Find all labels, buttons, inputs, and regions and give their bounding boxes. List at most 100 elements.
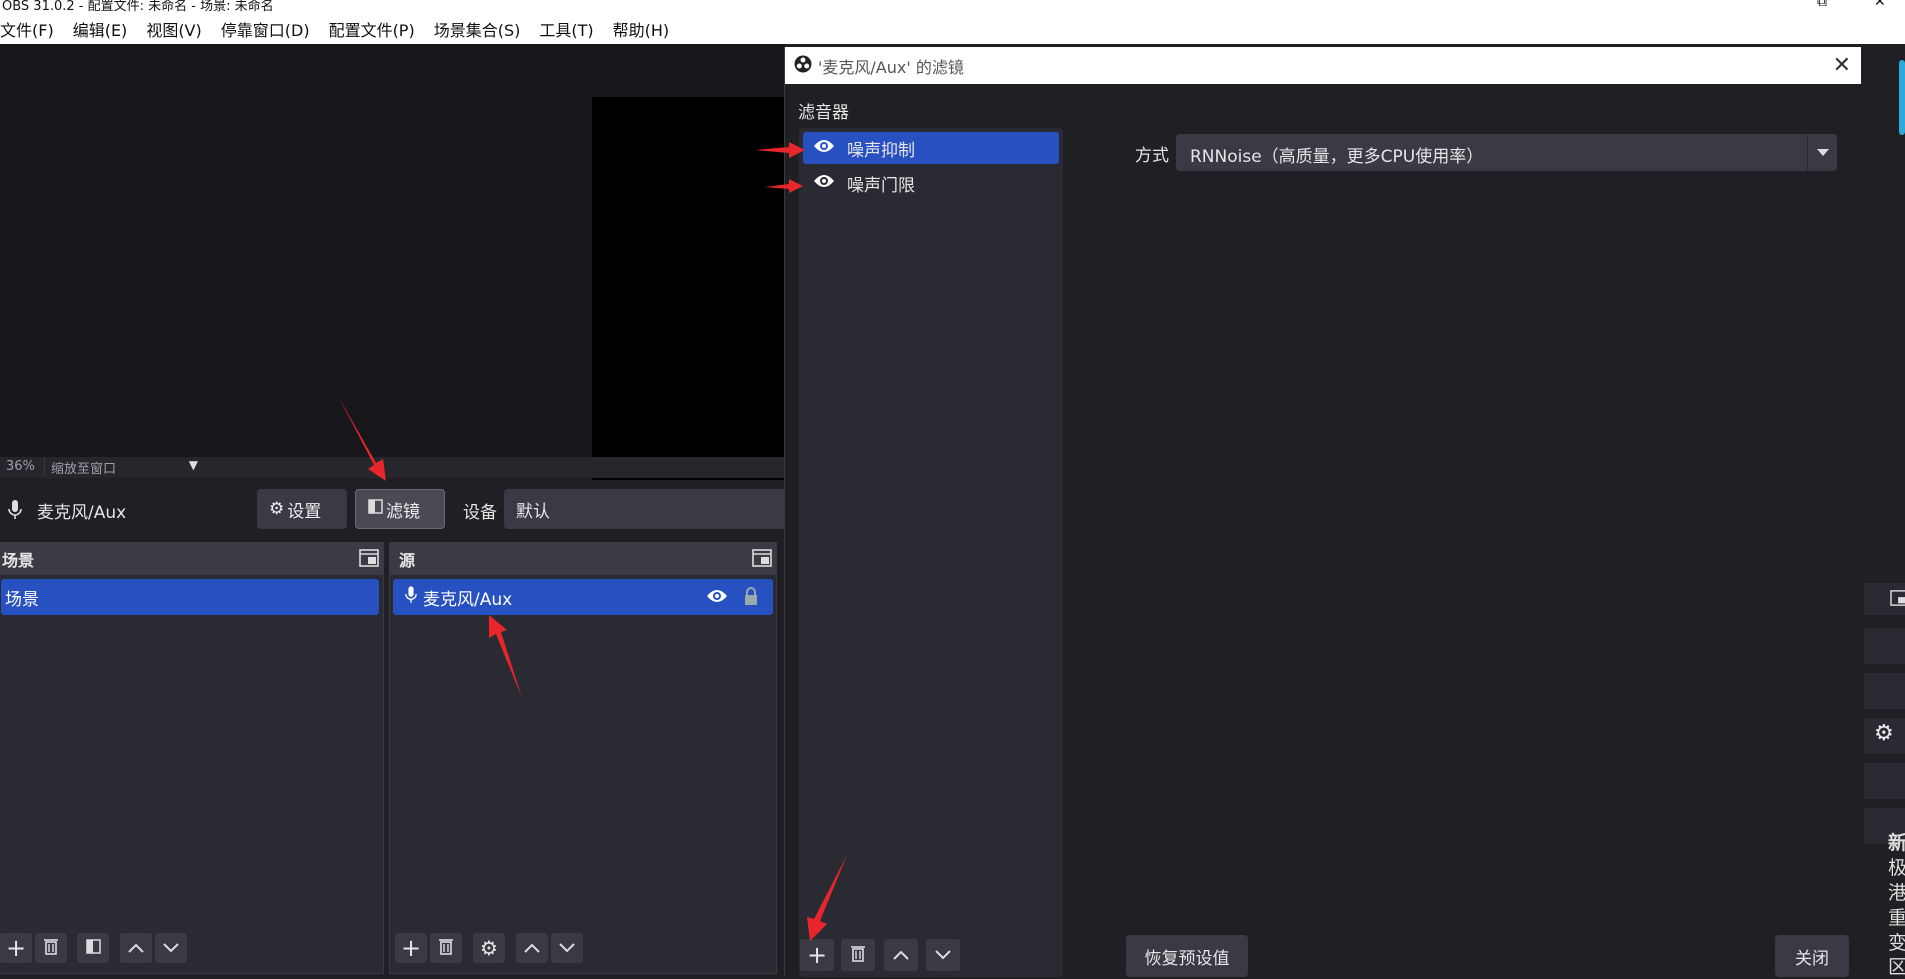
close-label: 关闭 [1795, 948, 1829, 969]
close-window-icon[interactable]: ✕ [1874, 0, 1886, 10]
sources-dock: 源 麦克风/Aux + ⚙ [389, 542, 777, 974]
add-filter-button[interactable]: + [800, 939, 834, 971]
trash-icon [438, 937, 454, 959]
menu-file[interactable]: 文件(F) [0, 17, 54, 41]
chevron-up-icon [127, 939, 145, 958]
menu-bar: 文件(F) 编辑(E) 视图(V) 停靠窗口(D) 配置文件(P) 场景集合(S… [0, 14, 1905, 44]
undock-icon[interactable] [752, 549, 772, 571]
microphone-icon [8, 500, 22, 524]
remove-scene-button[interactable] [35, 933, 67, 963]
filter-item-noise-suppression[interactable]: 噪声抑制 [803, 132, 1059, 164]
menu-tools[interactable]: 工具(T) [539, 17, 593, 41]
move-filter-up-button[interactable] [884, 939, 918, 971]
scenes-toolbar: + [0, 933, 383, 969]
chevron-up-icon [892, 946, 910, 965]
sources-toolbar: + ⚙ [390, 933, 776, 969]
plus-icon: + [806, 941, 828, 969]
device-select[interactable]: 默认 [504, 489, 785, 529]
chevron-up-icon [523, 939, 541, 958]
menu-edit[interactable]: 编辑(E) [73, 17, 128, 41]
undock-icon[interactable] [1864, 583, 1905, 615]
source-name: 麦克风/Aux [37, 503, 127, 523]
preview-area[interactable] [0, 44, 785, 490]
eye-icon[interactable] [706, 588, 728, 609]
microphone-icon [405, 585, 417, 609]
method-value: RNNoise（高质量，更多CPU使用率） [1190, 147, 1484, 167]
eye-icon[interactable] [813, 138, 835, 159]
preview-canvas[interactable] [592, 97, 785, 490]
sources-header: 源 [390, 543, 776, 575]
gear-icon: ⚙ [480, 936, 498, 960]
menu-scene-collection[interactable]: 场景集合(S) [434, 17, 521, 41]
zoom-mode-select[interactable]: 缩放至窗口 ▼ [44, 458, 206, 477]
menu-profile[interactable]: 配置文件(P) [329, 17, 415, 41]
filters-dialog: '麦克风/Aux' 的滤镜 ✕ 滤音器 噪声抑制 噪声门限 方式 RNNoise… [784, 47, 1861, 977]
undock-icon[interactable] [359, 549, 379, 571]
remove-filter-button[interactable] [841, 939, 875, 971]
dialog-title-bar: '麦克风/Aux' 的滤镜 ✕ [785, 47, 1861, 84]
move-filter-down-button[interactable] [926, 939, 960, 971]
chevron-down-icon [934, 946, 952, 965]
trash-icon [850, 944, 866, 966]
device-value: 默认 [516, 502, 550, 522]
scenes-title: 场景 [2, 551, 35, 570]
method-select[interactable]: RNNoise（高质量，更多CPU使用率） [1176, 134, 1837, 171]
list-item[interactable]: 麦克风/Aux [393, 579, 773, 615]
close-icon[interactable]: ✕ [1833, 53, 1851, 78]
reset-defaults-button[interactable]: 恢复预设值 [1126, 935, 1248, 977]
side-text-char: 区 [1888, 956, 1905, 978]
side-text-char: 极 [1888, 857, 1905, 879]
filter-item-label: 噪声门限 [847, 175, 915, 196]
panel-button[interactable] [1864, 673, 1905, 709]
side-text-char: 港 [1888, 882, 1905, 904]
side-text-char: 新 [1888, 832, 1905, 854]
list-item[interactable]: 场景 [1, 579, 379, 615]
settings-label: 设置 [287, 501, 322, 522]
remove-source-button[interactable] [430, 933, 462, 963]
chevron-down-icon: ▼ [188, 458, 198, 472]
source-settings-button[interactable]: ⚙ 设置 [257, 489, 347, 529]
panel-button[interactable] [1864, 763, 1905, 799]
move-source-down-button[interactable] [551, 933, 583, 963]
gear-icon: ⚙ [269, 499, 285, 519]
trash-icon [43, 937, 59, 959]
source-toolbar: 麦克风/Aux ⚙ 设置 滤镜 设备 默认 [0, 480, 785, 538]
window-title: OBS 31.0.2 - 配置文件: 未命名 - 场景: 未命名 [2, 0, 274, 14]
audio-filters-label: 滤音器 [798, 103, 849, 123]
filter-icon [368, 499, 383, 519]
source-properties-button[interactable]: ⚙ [473, 933, 505, 963]
filter-item-noise-gate[interactable]: 噪声门限 [803, 167, 1059, 199]
add-source-button[interactable]: + [395, 933, 427, 963]
filter-icon [85, 938, 101, 958]
eye-icon[interactable] [813, 173, 835, 194]
move-scene-down-button[interactable] [155, 933, 187, 963]
filter-list: 噪声抑制 噪声门限 [799, 128, 1063, 977]
panel-button[interactable]: ⚙ [1864, 718, 1905, 754]
move-scene-up-button[interactable] [120, 933, 152, 963]
gear-icon: ⚙ [1874, 721, 1894, 746]
menu-help[interactable]: 帮助(H) [613, 17, 670, 41]
menu-view[interactable]: 视图(V) [146, 17, 201, 41]
window-title-bar: OBS 31.0.2 - 配置文件: 未命名 - 场景: 未命名 ⧉ ✕ [0, 0, 1905, 14]
move-source-up-button[interactable] [516, 933, 548, 963]
source-filters-button[interactable]: 滤镜 [355, 489, 445, 529]
chevron-down-icon [1807, 134, 1837, 171]
close-button[interactable]: 关闭 [1775, 935, 1849, 977]
restore-window-icon[interactable]: ⧉ [1817, 0, 1827, 10]
lock-icon[interactable] [743, 586, 759, 611]
chevron-down-icon [162, 939, 180, 958]
zoom-bar: 36% 缩放至窗口 ▼ [0, 457, 785, 478]
panel-button[interactable] [1864, 628, 1905, 664]
plus-icon: + [400, 934, 422, 962]
menu-docks[interactable]: 停靠窗口(D) [221, 17, 310, 41]
scenes-dock: 场景 场景 + [0, 542, 384, 974]
zoom-mode-value: 缩放至窗口 [51, 462, 117, 477]
side-text-char: 变 [1888, 932, 1905, 954]
scenes-header: 场景 [0, 543, 383, 575]
zoom-percent: 36% [6, 459, 35, 474]
add-scene-button[interactable]: + [0, 933, 32, 963]
filters-label: 滤镜 [386, 501, 420, 522]
scrollbar[interactable] [1899, 60, 1905, 135]
scene-filters-button[interactable] [77, 933, 109, 963]
filter-item-label: 噪声抑制 [847, 140, 915, 161]
